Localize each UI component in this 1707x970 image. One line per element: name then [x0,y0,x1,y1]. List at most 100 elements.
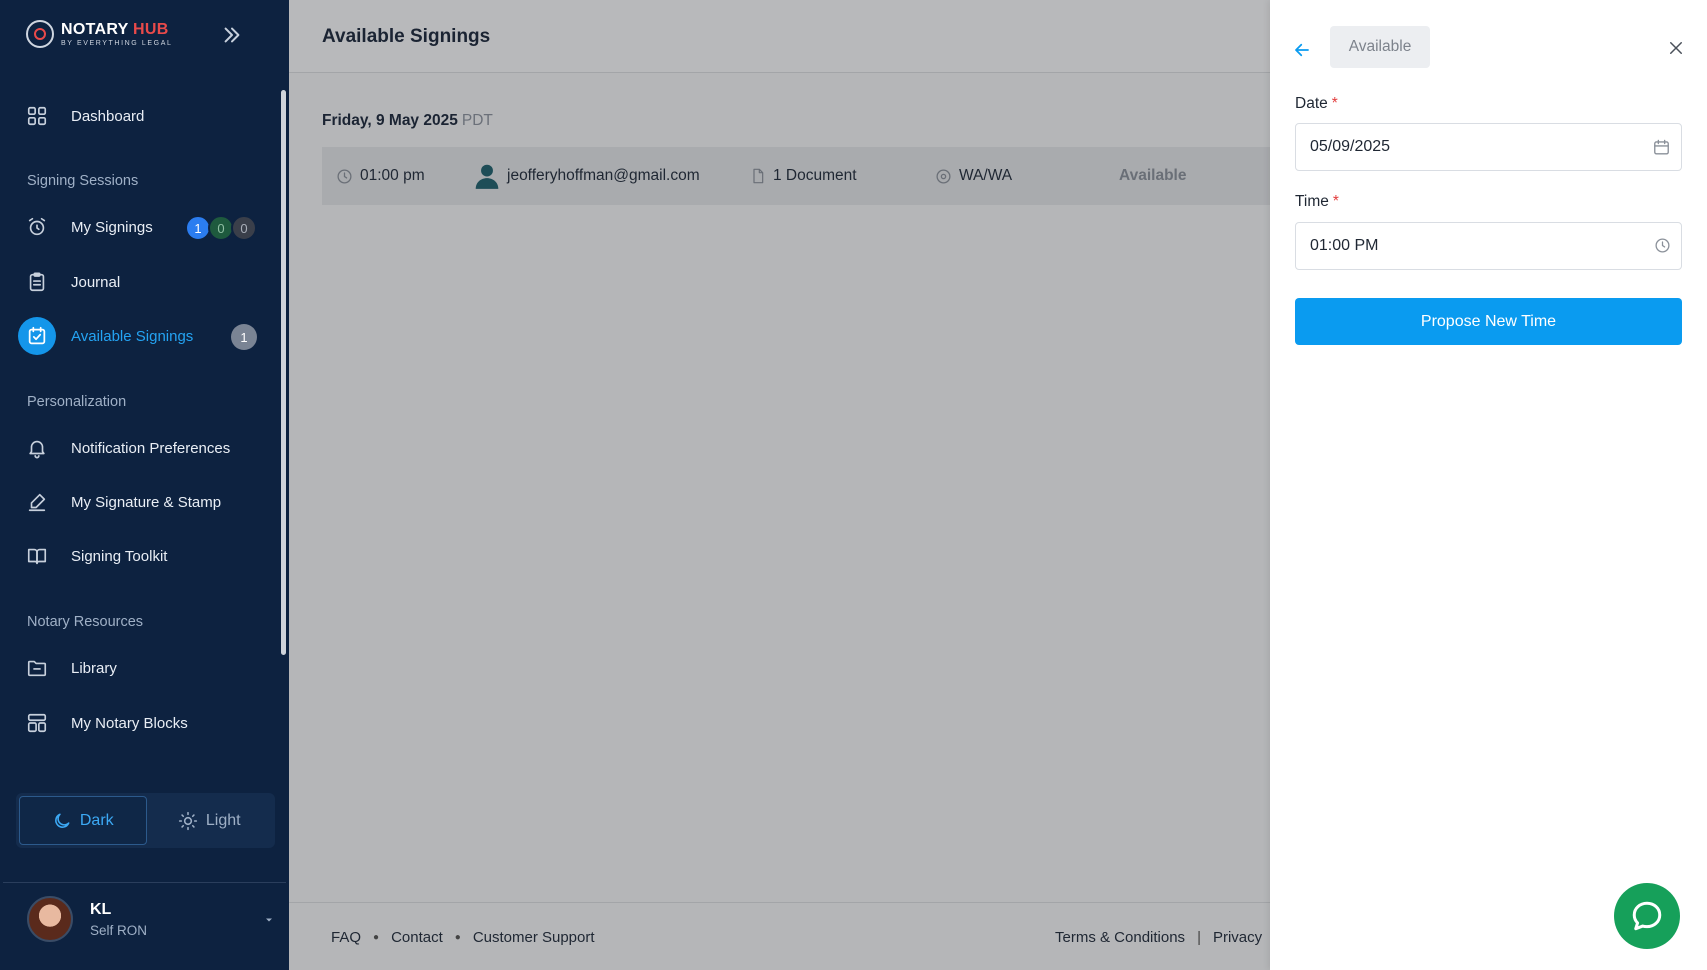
logo-icon [26,20,54,48]
back-button[interactable] [1288,38,1316,62]
footer-terms-link[interactable]: Terms & Conditions [1055,929,1185,946]
sidebar-item-label: Journal [71,273,121,291]
chat-button[interactable] [1614,883,1680,949]
double-chevron-right-icon [224,27,240,43]
available-signings-count-badge: 1 [231,324,257,350]
row-email: jeofferyhoffman@gmail.com [474,147,700,205]
footer-dot: ● [454,932,461,943]
sidebar-item-notary-blocks[interactable]: My Notary Blocks [18,703,258,743]
footer-support-link[interactable]: Customer Support [473,929,595,946]
my-signings-counts: 1 0 0 [185,215,257,241]
required-mark: * [1332,193,1339,210]
brand-logo[interactable]: NOTARY HUB BY EVERYTHING LEGAL [26,20,172,48]
section-signing-sessions: Signing Sessions [27,173,139,189]
theme-dark-label: Dark [79,811,114,829]
sidebar-item-label: My Signature & Stamp [71,493,222,511]
expand-sidebar-button[interactable] [219,22,245,48]
sidebar-item-signature-stamp[interactable]: My Signature & Stamp [18,482,258,522]
section-personalization: Personalization [27,394,127,410]
sidebar-item-label: Available Signings [71,327,194,345]
moon-icon [54,813,70,828]
sun-icon [178,811,198,830]
page-title: Available Signings [322,26,491,47]
folder-icon [18,649,56,687]
sidebar-item-label: My Signings [71,218,153,236]
sidebar-item-dashboard[interactable]: Dashboard [18,96,258,136]
clock-icon [1655,238,1670,253]
footer-separator: | [1197,929,1201,946]
section-notary-resources: Notary Resources [27,614,144,630]
avatar [27,896,73,942]
sidebar-item-library[interactable]: Library [18,648,258,688]
row-documents: 1 Document [750,147,857,205]
book-icon [18,537,56,575]
calendar-icon [1654,139,1669,155]
footer-privacy-link[interactable]: Privacy [1213,929,1262,946]
propose-time-drawer: Available Date* Time* Propose New Time [1270,0,1707,970]
dashboard-icon [18,97,56,135]
date-label-text: Date [1295,95,1328,112]
sidebar: NOTARY HUB BY EVERYTHING LEGAL Dashboard… [0,0,289,970]
row-time: 01:00 pm [336,147,425,205]
signing-row[interactable]: 01:00 pm jeofferyhoffman@gmail.com 1 Doc… [322,147,1270,205]
location-pin-icon [936,168,951,184]
footer-contact-link[interactable]: Contact [391,929,443,946]
date-heading: Friday, 9 May 2025 PDT [322,112,493,130]
theme-light-button[interactable]: Light [147,796,273,845]
row-location-text: WA/WA [959,167,1013,184]
footer: FAQ ● Contact ● Customer Support Terms &… [289,902,1270,970]
time-field-label: Time * [1295,193,1339,211]
brand-subtitle: BY EVERYTHING LEGAL [61,39,173,47]
sidebar-item-available-signings[interactable]: Available Signings [18,316,258,356]
bell-icon [18,429,56,467]
sidebar-item-label: Dashboard [71,107,145,125]
date-field[interactable] [1295,123,1682,171]
sidebar-item-label: Notification Preferences [71,439,231,457]
clock-icon [337,168,352,184]
propose-new-time-button[interactable]: Propose New Time [1295,298,1682,345]
chat-bubble-icon [1632,901,1662,931]
clipboard-icon [18,263,56,301]
caret-down-icon [266,918,272,922]
status-badge: Available [1330,26,1430,68]
row-status: Available [1119,167,1187,184]
user-avatar-icon [475,164,499,189]
time-input[interactable] [1310,237,1667,255]
sidebar-item-label: Library [71,659,117,677]
row-email-text: jeofferyhoffman@gmail.com [507,167,700,184]
sidebar-item-signing-toolkit[interactable]: Signing Toolkit [18,536,258,576]
row-location: WA/WA [935,147,1012,205]
date-label: Friday, 9 May 2025 [322,112,458,129]
layout-blocks-icon [18,704,56,742]
theme-switch: Dark Light [16,793,275,848]
user-role: Self RON [90,922,148,938]
row-time-text: 01:00 pm [360,167,425,184]
date-field-label: Date * [1295,95,1338,113]
brand-title-accent: HUB [133,20,169,38]
sidebar-scrollbar[interactable] [281,90,286,655]
time-field[interactable] [1295,222,1682,270]
required-mark: * [1331,95,1338,112]
pen-signature-icon [18,483,56,521]
alarm-clock-icon [18,208,56,246]
date-input[interactable] [1310,138,1667,156]
user-menu[interactable]: KL Self RON [27,896,272,942]
footer-faq-link[interactable]: FAQ [331,929,361,946]
calendar-check-icon [18,317,56,355]
document-icon [753,168,764,184]
sidebar-item-notification-preferences[interactable]: Notification Preferences [18,428,258,468]
sidebar-item-label: My Notary Blocks [71,714,188,732]
main-header: Available Signings [289,0,1270,73]
sidebar-item-journal[interactable]: Journal [18,262,258,302]
theme-light-label: Light [205,811,241,829]
row-documents-text: 1 Document [773,167,857,184]
sidebar-divider [3,882,286,883]
brand-title: NOTARY [61,20,129,38]
user-name: KL [90,900,112,918]
theme-dark-button[interactable]: Dark [19,796,147,845]
timezone-label: PDT [461,112,493,129]
close-button[interactable] [1664,36,1688,60]
footer-dot: ● [373,932,380,943]
main-content: Available Signings Friday, 9 May 2025 PDT… [289,0,1270,970]
arrow-left-icon [1295,43,1309,57]
